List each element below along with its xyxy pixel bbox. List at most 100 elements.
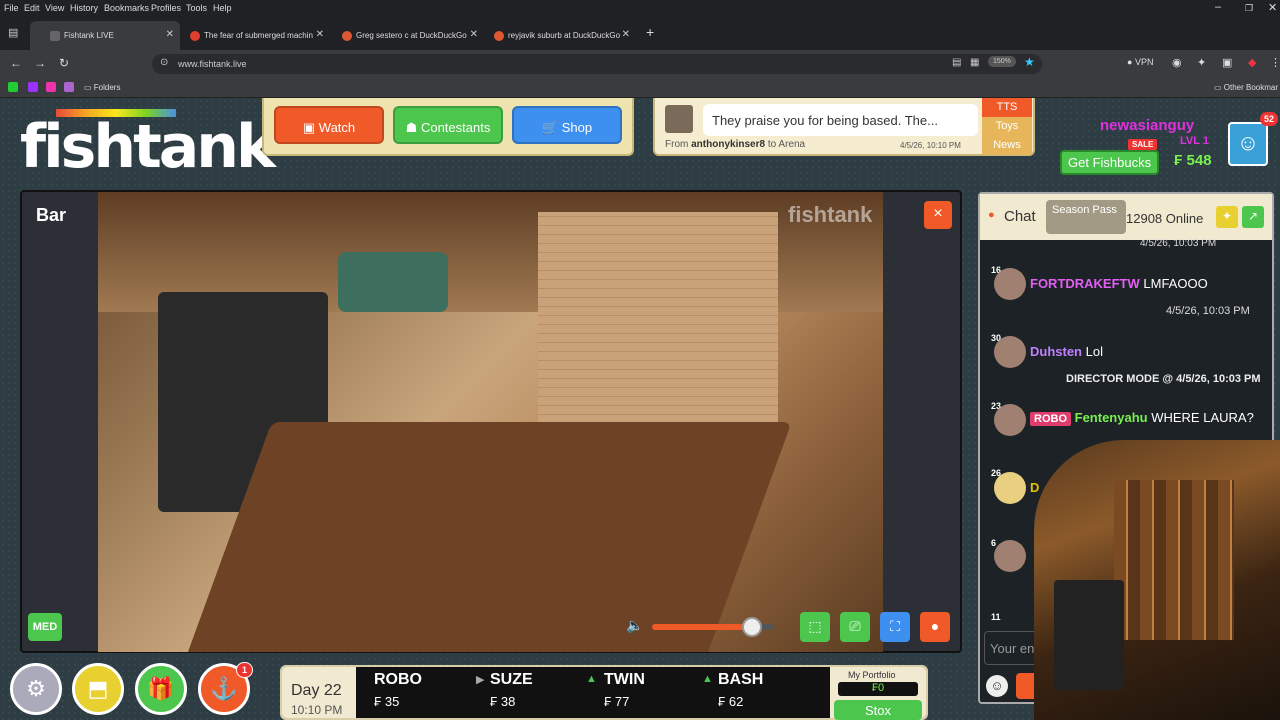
- close-tab-icon[interactable]: ✕: [470, 29, 478, 40]
- other-bookmarks[interactable]: ▭ Other Bookmar: [1214, 83, 1278, 92]
- wallet-icon[interactable]: ▣: [1222, 56, 1232, 69]
- menu-edit[interactable]: Edit: [24, 3, 40, 13]
- menu-view[interactable]: View: [45, 3, 64, 13]
- cast-button[interactable]: ⎚: [840, 612, 870, 642]
- profile-icon[interactable]: ◉: [1172, 56, 1182, 69]
- chat-tab[interactable]: Chat: [1004, 208, 1036, 225]
- clip-button[interactable]: ⬚: [800, 612, 830, 642]
- reader-icon[interactable]: ▦: [970, 57, 979, 68]
- bookmark-app-icon[interactable]: [8, 82, 18, 92]
- settings-button[interactable]: ⚙: [10, 663, 62, 715]
- bookmarks-folder[interactable]: ▭ Folders: [84, 83, 120, 92]
- fullscreen-button[interactable]: ⛶: [880, 612, 910, 642]
- cart-icon: 🛒: [541, 120, 559, 135]
- back-icon[interactable]: ←: [10, 56, 22, 70]
- user-avatar[interactable]: ☺: [1228, 122, 1268, 166]
- bookmark-app-icon[interactable]: [28, 82, 38, 92]
- tab-reykjavik[interactable]: reyjavik suburb at DuckDuckGo ✕: [486, 21, 636, 50]
- chat-username[interactable]: FORTDRAKEFTW: [1030, 276, 1140, 291]
- menu-history[interactable]: History: [70, 3, 98, 13]
- tab-news[interactable]: News: [982, 136, 1032, 155]
- shield-icon[interactable]: ◆: [1248, 56, 1256, 69]
- close-window-icon[interactable]: ✕: [1268, 1, 1277, 14]
- notification-badge[interactable]: 52: [1260, 112, 1279, 126]
- volume-knob[interactable]: [742, 617, 763, 637]
- record-button[interactable]: ●: [920, 612, 950, 642]
- close-tab-icon[interactable]: ✕: [166, 29, 174, 40]
- gift-button[interactable]: 🎁: [135, 663, 187, 715]
- stock-suze[interactable]: SUZE ₣ 38: [490, 671, 533, 709]
- stock-robo[interactable]: ROBO ₣ 35: [374, 671, 422, 709]
- shop-button[interactable]: 🛒 Shop: [512, 106, 622, 144]
- close-player-button[interactable]: ×: [924, 201, 952, 229]
- day-label: Day 22: [291, 682, 342, 699]
- logo-text: fishtank: [20, 112, 276, 182]
- reload-icon[interactable]: ↻: [59, 56, 69, 70]
- tab-tts[interactable]: TTS: [982, 98, 1032, 117]
- minimize-icon[interactable]: –: [1215, 1, 1221, 13]
- get-fishbucks-button[interactable]: Get Fishbucks: [1060, 150, 1160, 175]
- menu-help[interactable]: Help: [213, 3, 232, 13]
- bookmark-star-icon[interactable]: ★: [1024, 55, 1035, 69]
- menu-profiles[interactable]: Profiles: [151, 3, 181, 13]
- tab-submerged[interactable]: The fear of submerged machin ✕: [182, 21, 330, 50]
- webcam-bookshelf: [1114, 480, 1234, 640]
- chat-username[interactable]: Fentenyahu: [1075, 410, 1148, 425]
- contestants-button[interactable]: ☗ Contestants: [393, 106, 503, 144]
- menu-bookmarks[interactable]: Bookmarks: [104, 3, 149, 13]
- close-tab-icon[interactable]: ✕: [622, 29, 630, 40]
- username[interactable]: newasianguy: [1100, 117, 1194, 134]
- tab-overview-icon[interactable]: ▤: [8, 26, 18, 39]
- forward-icon[interactable]: →: [34, 56, 46, 70]
- watch-button[interactable]: ▣ Watch: [274, 106, 384, 144]
- folder-label: Folders: [93, 83, 121, 92]
- livestream-video[interactable]: fishtank: [98, 192, 883, 652]
- anchor-icon: ⚓: [210, 676, 238, 701]
- chat-avatar[interactable]: [994, 268, 1026, 300]
- stock-twin[interactable]: TWIN ₣ 77: [604, 671, 645, 709]
- menu-file[interactable]: File: [4, 3, 19, 13]
- maximize-icon[interactable]: ❐: [1245, 3, 1253, 14]
- chat-username[interactable]: D: [1030, 480, 1039, 495]
- menu-tools[interactable]: Tools: [186, 3, 207, 13]
- season-pass-button[interactable]: Season Pass: [1046, 200, 1126, 234]
- close-tab-icon[interactable]: ✕: [316, 29, 324, 40]
- stock-price: ₣ 35: [374, 694, 400, 709]
- quality-button[interactable]: MED: [28, 613, 62, 641]
- new-tab-icon[interactable]: +: [646, 24, 654, 40]
- up-arrow-icon: ▲: [586, 673, 597, 685]
- stock-price: ₣ 77: [604, 694, 630, 709]
- extensions-icon[interactable]: ✦: [1197, 56, 1206, 69]
- emote-icon[interactable]: ✦: [1216, 206, 1238, 228]
- stock-bash[interactable]: BASH ₣ 62: [718, 671, 763, 709]
- contestants-label: Contestants: [420, 120, 491, 135]
- zoom-badge[interactable]: 150%: [988, 56, 1016, 67]
- tab-greg-sestero[interactable]: Greg sestero c at DuckDuckGo ✕: [334, 21, 484, 50]
- screenshot-icon[interactable]: ▤: [952, 57, 961, 68]
- chat-avatar[interactable]: [994, 336, 1026, 368]
- site-info-icon[interactable]: ⊙: [160, 57, 168, 68]
- stock-ticker: Day 22 10:10 PM ROBO ₣ 35 ▶ SUZE ₣ 38 ▲ TW…: [280, 665, 928, 720]
- chat-avatar[interactable]: [994, 472, 1026, 504]
- fishtank-logo[interactable]: fishtank©: [20, 109, 293, 182]
- url-field[interactable]: ⊙ www.fishtank.live ▤ ▦ 150% ★: [152, 54, 1042, 74]
- chat-avatar[interactable]: [994, 540, 1026, 572]
- user-level: LVL 1: [1180, 135, 1209, 147]
- stox-button[interactable]: Stox: [834, 700, 922, 720]
- tts-from-user[interactable]: anthonykinser8: [691, 139, 765, 150]
- bookmark-app-icon[interactable]: [64, 82, 74, 92]
- emoji-icon[interactable]: ☺: [986, 675, 1008, 697]
- bookmark-app-icon[interactable]: [46, 82, 56, 92]
- chat-avatar[interactable]: [994, 404, 1026, 436]
- vpn-button[interactable]: ● VPN: [1127, 57, 1153, 67]
- sale-badge: SALE: [1128, 139, 1158, 150]
- chat-time-top: 4/5/26, 10:03 PM: [1140, 238, 1217, 249]
- stock-price: ₣ 38: [490, 694, 516, 709]
- tab-toys[interactable]: Toys: [982, 117, 1032, 136]
- tab-fishtank[interactable]: Fishtank LIVE ✕: [30, 21, 180, 50]
- more-icon[interactable]: ⋮: [1270, 56, 1280, 69]
- volume-icon[interactable]: 🔈: [626, 617, 643, 634]
- chat-username[interactable]: Duhsten: [1030, 344, 1082, 359]
- items-button[interactable]: ⬒: [72, 663, 124, 715]
- chat-settings-icon[interactable]: ↗: [1242, 206, 1264, 228]
